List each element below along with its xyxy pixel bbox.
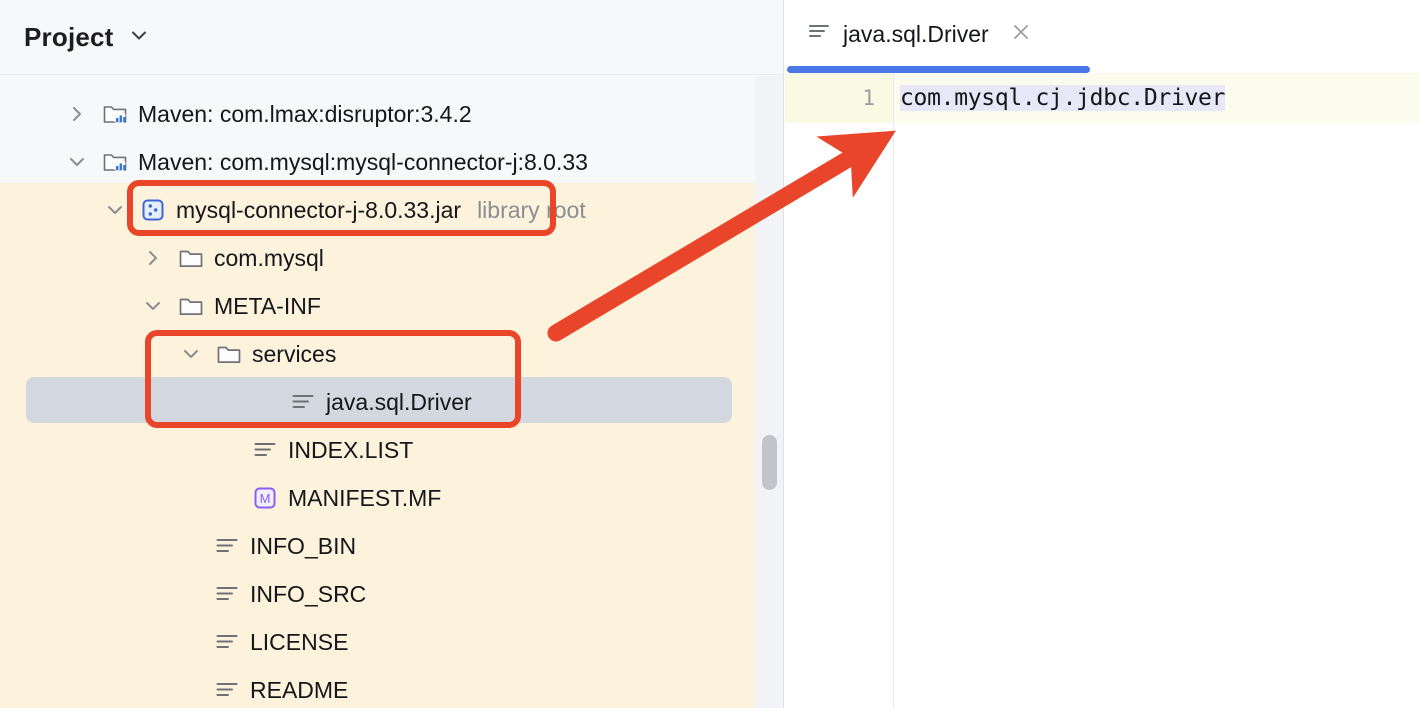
project-tree[interactable]: Maven: com.lmax:disruptor:3.4.2 Maven: co… (0, 76, 783, 708)
text-file-icon (252, 437, 278, 463)
tree-row-label: META-INF (214, 292, 321, 319)
tree-row[interactable]: META-INF (0, 282, 755, 330)
maven-library-icon (102, 149, 128, 175)
editor-tab-bar: java.sql.Driver (785, 0, 1420, 73)
tree-row-label: services (252, 340, 337, 367)
svg-text:M: M (260, 491, 271, 506)
text-file-icon (807, 20, 831, 49)
text-file-icon (290, 389, 316, 415)
tree-row[interactable]: java.sql.Driver (0, 378, 755, 426)
text-file-icon (214, 581, 240, 607)
tree-row-label: MANIFEST.MF (288, 484, 442, 511)
tree-scrollbar-track[interactable] (755, 76, 783, 708)
tree-row[interactable]: LICENSE (0, 618, 755, 666)
tree-row-arrow-placeholder (176, 629, 202, 655)
text-file-icon (214, 677, 240, 703)
editor-code-area[interactable]: com.mysql.cj.jdbc.Driver (894, 73, 1420, 708)
text-file-icon (214, 629, 240, 655)
maven-library-icon (102, 101, 128, 127)
tree-row[interactable]: Maven: com.mysql:mysql-connector-j:8.0.3… (0, 138, 755, 186)
editor-tab-active-indicator (787, 66, 1090, 73)
tree-row[interactable]: mysql-connector-j-8.0.33.jar library root (0, 186, 755, 234)
manifest-file-icon: M (252, 485, 278, 511)
chevron-down-icon[interactable] (140, 293, 166, 319)
chevron-down-icon[interactable] (178, 341, 204, 367)
chevron-right-icon[interactable] (140, 245, 166, 271)
tree-row[interactable]: Maven: com.lmax:disruptor:3.4.2 (0, 90, 755, 138)
tree-row-label: INDEX.LIST (288, 436, 414, 463)
project-tool-window-header: Project (0, 0, 783, 75)
folder-icon (216, 341, 242, 367)
tree-scrollbar-thumb[interactable] (762, 435, 777, 490)
code-line-1[interactable]: com.mysql.cj.jdbc.Driver (894, 73, 1225, 123)
tree-row-label: mysql-connector-j-8.0.33.jar (176, 196, 462, 223)
line-number: 1 (862, 86, 875, 110)
folder-icon (178, 293, 204, 319)
chevron-right-icon[interactable] (64, 101, 90, 127)
gutter-current-line-highlight (785, 73, 893, 123)
tree-row-label: Maven: com.lmax:disruptor:3.4.2 (138, 100, 472, 127)
close-icon[interactable] (1011, 22, 1031, 46)
tree-row-label: INFO_BIN (250, 532, 357, 559)
editor-tab-label: java.sql.Driver (843, 20, 989, 47)
jar-archive-icon (140, 197, 166, 223)
editor-body[interactable]: 1 com.mysql.cj.jdbc.Driver (785, 73, 1420, 708)
tree-row-arrow-placeholder (214, 485, 240, 511)
tree-row-arrow-placeholder (214, 437, 240, 463)
tree-row-label: README (250, 676, 349, 703)
tree-row-label: Maven: com.mysql:mysql-connector-j:8.0.3… (138, 148, 588, 175)
tree-row-label: LICENSE (250, 628, 349, 655)
project-panel-title: Project (24, 21, 114, 52)
text-file-icon (214, 533, 240, 559)
tree-row[interactable]: INFO_BIN (0, 522, 755, 570)
editor-tab-java-sql-driver[interactable]: java.sql.Driver (787, 0, 1047, 68)
tree-row-arrow-placeholder (176, 677, 202, 703)
tree-row[interactable]: services (0, 330, 755, 378)
tree-row[interactable]: INFO_SRC (0, 570, 755, 618)
tree-row[interactable]: M MANIFEST.MF (0, 474, 755, 522)
tree-row-arrow-placeholder (252, 389, 278, 415)
tree-row[interactable]: INDEX.LIST (0, 426, 755, 474)
tree-row-suffix: library root (477, 196, 586, 223)
chevron-down-icon[interactable] (102, 197, 128, 223)
code-line-1-text: com.mysql.cj.jdbc.Driver (900, 85, 1226, 111)
tree-row-label: INFO_SRC (250, 580, 367, 607)
folder-icon (178, 245, 204, 271)
tree-row-label: java.sql.Driver (326, 388, 472, 415)
tree-row[interactable]: com.mysql (0, 234, 755, 282)
editor-panel: java.sql.Driver 1 com.mysql.cj.jdbc.Driv… (785, 0, 1420, 708)
chevron-down-icon[interactable] (64, 149, 90, 175)
tree-row[interactable]: README (0, 666, 755, 708)
screenshot-root: Project Maven: com.lmax:disruptor:3.4.2 M… (0, 0, 1420, 708)
editor-gutter[interactable]: 1 (785, 73, 894, 708)
tree-row-label: com.mysql (214, 244, 324, 271)
chevron-down-icon[interactable] (128, 24, 150, 51)
project-tool-window: Project Maven: com.lmax:disruptor:3.4.2 M… (0, 0, 784, 708)
tree-row-arrow-placeholder (176, 533, 202, 559)
tree-row-arrow-placeholder (176, 581, 202, 607)
